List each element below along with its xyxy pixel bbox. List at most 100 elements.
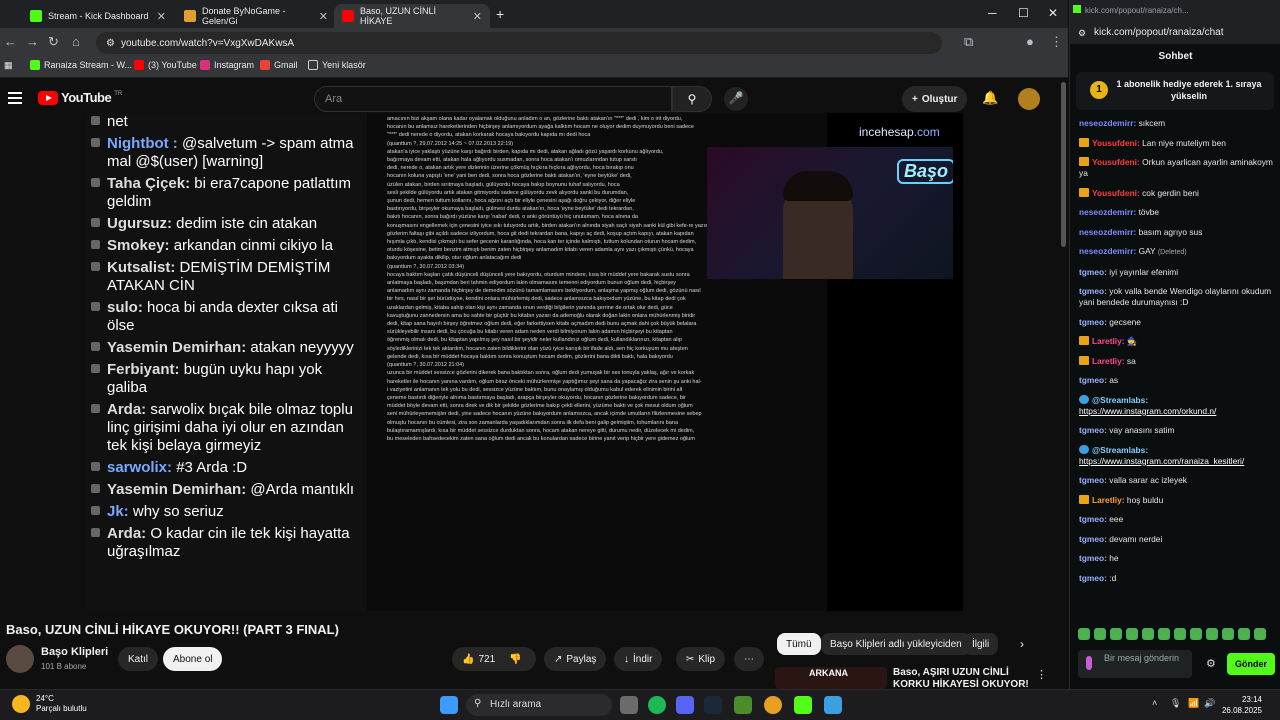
chat-settings-gear-icon[interactable]: ⚙ bbox=[1206, 657, 1216, 670]
next-video-thumbnail[interactable]: ARKANA bbox=[775, 667, 887, 689]
thumbs-down-icon[interactable]: 👎 bbox=[509, 654, 521, 665]
chat-username[interactable]: Yousufdeni: bbox=[1092, 157, 1140, 167]
like-button[interactable]: 👍 721 👎 bbox=[452, 647, 536, 671]
emote-icon[interactable] bbox=[1094, 628, 1106, 640]
close-icon[interactable]: ✕ bbox=[157, 10, 166, 23]
maximize-icon[interactable]: ☐ bbox=[1018, 6, 1029, 20]
chat-username[interactable]: tgmeo: bbox=[1079, 375, 1107, 385]
filter-all[interactable]: Tümü bbox=[777, 633, 821, 655]
chat-username[interactable]: tgmeo: bbox=[1079, 317, 1107, 327]
tab-youtube-active[interactable]: Baso, UZUN CİNLİ HİKAYE ✕ bbox=[334, 4, 490, 28]
download-button[interactable]: ↓ İndir bbox=[614, 647, 663, 671]
emote-icon[interactable] bbox=[1254, 628, 1266, 640]
scrollbar[interactable] bbox=[1061, 82, 1066, 247]
chat-username[interactable]: tgmeo: bbox=[1079, 553, 1107, 563]
emote-icon[interactable] bbox=[1158, 628, 1170, 640]
chat-username[interactable]: Laretliy: bbox=[1092, 356, 1125, 366]
account-avatar[interactable] bbox=[1018, 88, 1040, 110]
more-actions-button[interactable]: ⋯ bbox=[734, 647, 764, 671]
apps-grid-icon[interactable]: ▦ bbox=[4, 60, 13, 71]
tab-donate[interactable]: Donate ByNoGame - Gelen/Gi ✕ bbox=[176, 4, 336, 28]
close-icon[interactable]: ✕ bbox=[319, 10, 328, 23]
back-arrow-icon[interactable]: ← bbox=[4, 34, 17, 49]
send-button[interactable]: Gönder bbox=[1227, 653, 1275, 675]
site-info-icon[interactable]: ⚙ bbox=[1078, 28, 1086, 39]
chat-username[interactable]: tgmeo: bbox=[1079, 514, 1107, 524]
new-tab-plus-icon[interactable]: + bbox=[496, 6, 504, 22]
reload-icon[interactable]: ↻ bbox=[48, 34, 59, 50]
chevron-right-icon[interactable]: › bbox=[1020, 637, 1024, 651]
more-vert-icon[interactable]: ⋮ bbox=[1036, 668, 1047, 681]
emote-icon[interactable] bbox=[1206, 628, 1218, 640]
channel-name[interactable]: Başo Klipleri bbox=[41, 646, 108, 658]
youtube-logo[interactable]: YouTube TR bbox=[38, 90, 122, 105]
bookmark-gmail[interactable]: Gmail bbox=[260, 60, 298, 70]
chat-username[interactable]: neseozdemirr: bbox=[1079, 227, 1136, 237]
share-button[interactable]: ↗ Paylaş bbox=[544, 647, 607, 671]
extensions-icon[interactable]: ⧉ bbox=[964, 34, 973, 50]
chrome-icon[interactable] bbox=[764, 696, 782, 714]
site-info-icon[interactable]: ⚙ bbox=[106, 38, 115, 49]
kick-app-icon[interactable] bbox=[794, 696, 812, 714]
filter-related[interactable]: İlgili bbox=[963, 633, 999, 655]
emote-icon[interactable] bbox=[1142, 628, 1154, 640]
chat-username[interactable]: neseozdemirr: bbox=[1079, 118, 1136, 128]
chat-username[interactable]: tgmeo: bbox=[1079, 425, 1107, 435]
chat-username[interactable]: @Streamlabs: bbox=[1092, 395, 1148, 405]
url-field[interactable]: ⚙ youtube.com/watch?v=VxgXwDAKwsA bbox=[96, 32, 942, 54]
chat-username[interactable]: Laretliy: bbox=[1092, 495, 1125, 505]
emote-icon[interactable] bbox=[1110, 628, 1122, 640]
chat-username[interactable]: neseozdemirr: bbox=[1079, 207, 1136, 217]
video-player[interactable]: net Nightbot : @salvetum -> spam atma mal… bbox=[87, 113, 963, 611]
chat-username[interactable]: tgmeo: bbox=[1079, 475, 1107, 485]
home-icon[interactable]: ⌂ bbox=[72, 34, 80, 49]
emote-icon[interactable] bbox=[1174, 628, 1186, 640]
hamburger-menu-icon[interactable] bbox=[8, 92, 22, 104]
chat-username[interactable]: neseozdemirr: bbox=[1079, 246, 1136, 256]
search-button[interactable]: ⚲ bbox=[672, 86, 712, 112]
task-view-icon[interactable] bbox=[620, 696, 638, 714]
chat-link[interactable]: https://www.instagram.com/orkund.n/ bbox=[1079, 406, 1216, 416]
chat-message-input[interactable]: Bir mesaj gönderin bbox=[1078, 650, 1192, 678]
close-icon[interactable]: ✕ bbox=[473, 10, 482, 23]
taskbar-search[interactable]: ⚲ Hızlı arama bbox=[466, 694, 612, 716]
emote-icon[interactable] bbox=[1190, 628, 1202, 640]
minimize-icon[interactable]: ─ bbox=[988, 6, 997, 20]
windows-start-icon[interactable] bbox=[440, 696, 458, 714]
emote-icon[interactable] bbox=[1238, 628, 1250, 640]
app-icon[interactable] bbox=[824, 696, 842, 714]
mic-icon[interactable]: 🎙 bbox=[1170, 698, 1181, 709]
tray-chevron-icon[interactable]: ˄ bbox=[1152, 698, 1157, 708]
profile-icon[interactable]: ● bbox=[1026, 34, 1034, 49]
bookmark-folder[interactable]: Yeni klasör bbox=[308, 60, 366, 70]
close-window-icon[interactable]: ✕ bbox=[1048, 6, 1058, 20]
emote-icon[interactable] bbox=[1222, 628, 1234, 640]
channel-avatar[interactable] bbox=[6, 645, 34, 673]
chat-username[interactable]: tgmeo: bbox=[1079, 573, 1107, 583]
discord-icon[interactable] bbox=[676, 696, 694, 714]
create-button[interactable]: + Oluştur bbox=[902, 86, 968, 112]
next-video-title[interactable]: Baso, AŞIRI UZUN CİNLİ KORKU HİKAYESİ OK… bbox=[893, 667, 1033, 691]
chat-username[interactable]: tgmeo: bbox=[1079, 286, 1107, 296]
clip-button[interactable]: ✂ Klip bbox=[676, 647, 726, 671]
pinned-gift-banner[interactable]: 1 1 abonelik hediye ederek 1. sıraya yük… bbox=[1076, 72, 1274, 110]
subscribe-button[interactable]: Abone ol bbox=[163, 647, 223, 671]
bookmark-ranaiza[interactable]: Ranaiza Stream - W... bbox=[30, 60, 132, 70]
forward-arrow-icon[interactable]: → bbox=[26, 34, 39, 49]
weather-widget[interactable]: 24°C Parçalı bulutlu bbox=[12, 694, 87, 714]
menu-dots-icon[interactable]: ⋮ bbox=[1050, 34, 1063, 50]
chat-username[interactable]: Yousufdeni: bbox=[1092, 188, 1140, 198]
emote-icon[interactable] bbox=[1078, 628, 1090, 640]
steam-icon[interactable] bbox=[704, 696, 722, 714]
bookmark-instagram[interactable]: Instagram bbox=[200, 60, 254, 70]
notifications-bell-icon[interactable]: 🔔 bbox=[982, 90, 998, 106]
chat-username[interactable]: tgmeo: bbox=[1079, 534, 1107, 544]
mic-icon[interactable] bbox=[1086, 656, 1092, 670]
minecraft-icon[interactable] bbox=[734, 696, 752, 714]
chat-link[interactable]: https://www.instagram.com/ranaiza_kesitl… bbox=[1079, 456, 1244, 466]
bookmark-youtube[interactable]: (3) YouTube bbox=[134, 60, 197, 70]
volume-icon[interactable]: 🔊 bbox=[1204, 698, 1215, 709]
spotify-icon[interactable] bbox=[648, 696, 666, 714]
wifi-icon[interactable]: 📶 bbox=[1188, 698, 1199, 709]
tab-kick-dashboard[interactable]: Stream - Kick Dashboard ✕ bbox=[22, 4, 174, 28]
